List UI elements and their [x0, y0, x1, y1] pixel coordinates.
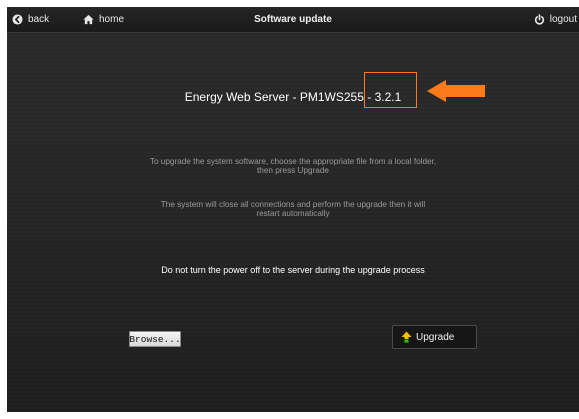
- upgrade-notice: The system will close all connections an…: [7, 200, 579, 218]
- browse-file-button[interactable]: Browse...: [129, 331, 181, 347]
- home-icon: [83, 14, 94, 25]
- instruction-line-1: To upgrade the system software, choose t…: [149, 157, 437, 166]
- notice-line-1: The system will close all connections an…: [160, 200, 426, 209]
- app-window: back home Software update logout Energy …: [7, 7, 579, 412]
- orange-arrow-icon: [427, 80, 485, 102]
- upgrade-label: Upgrade: [416, 331, 455, 343]
- power-warning: Do not turn the power off to the server …: [161, 265, 425, 275]
- instruction-line-2: then press Upgrade: [257, 166, 329, 175]
- top-navigation-bar: back home Software update logout: [7, 7, 579, 33]
- logout-label: logout: [549, 14, 577, 25]
- back-button[interactable]: back: [12, 14, 49, 25]
- power-icon: [534, 14, 544, 25]
- back-label: back: [28, 14, 50, 25]
- logout-button[interactable]: logout: [534, 14, 577, 25]
- upgrade-button[interactable]: Upgrade: [392, 325, 477, 349]
- home-button[interactable]: home: [83, 14, 124, 25]
- home-label: home: [99, 14, 125, 25]
- version-highlight-box: [364, 72, 417, 108]
- upgrade-instructions: To upgrade the system software, choose t…: [7, 157, 579, 175]
- notice-line-2: restart automatically: [256, 209, 330, 218]
- server-version-heading: Energy Web Server - PM1WS255 - 3.2.1: [184, 90, 402, 104]
- back-circle-arrow-icon: [12, 14, 23, 25]
- upgrade-arrow-icon: [401, 331, 412, 343]
